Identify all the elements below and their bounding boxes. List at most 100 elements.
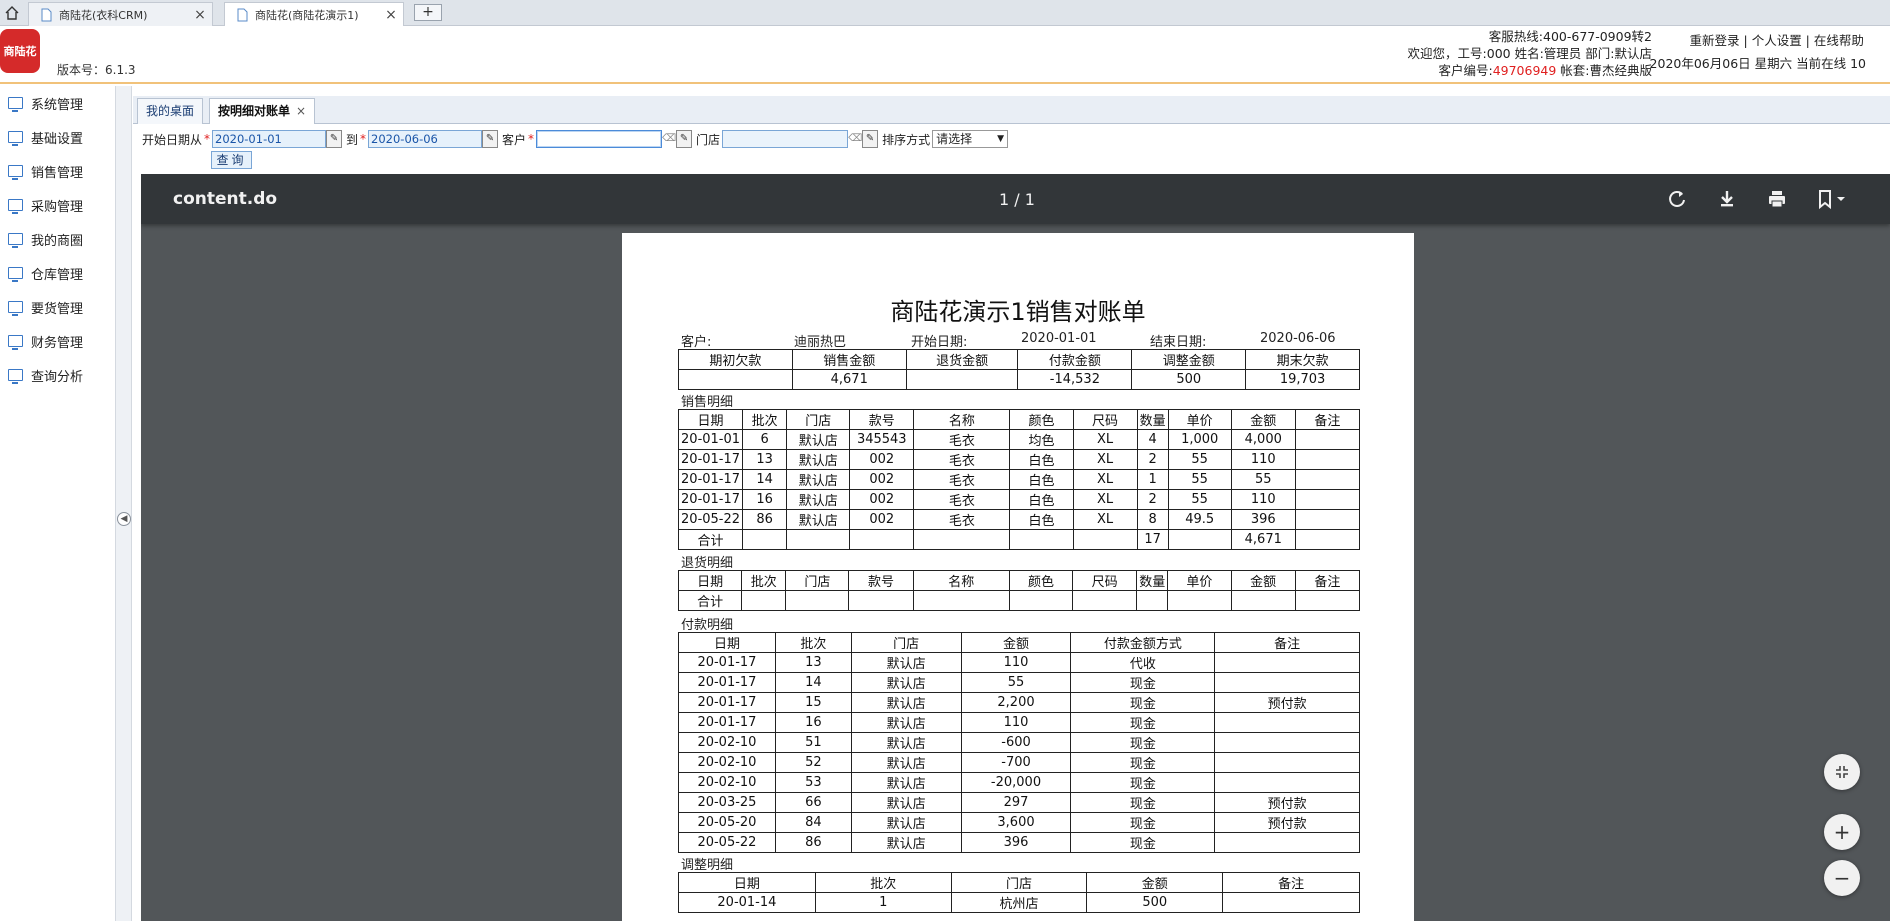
print-icon[interactable] — [1766, 188, 1788, 210]
calendar-picker-icon[interactable]: ✎ — [326, 130, 343, 148]
customer-input[interactable] — [536, 130, 663, 148]
table-row: 4,671 -14,532 500 19,703 — [678, 369, 1360, 390]
table-cell — [1008, 590, 1074, 611]
table-cell: 默认店 — [786, 509, 851, 530]
table-header: 门店 — [785, 570, 850, 591]
collapse-sidebar-icon[interactable]: ◀ — [117, 512, 131, 526]
table-cell: 现金 — [1070, 772, 1216, 793]
table-header: 调整金额 — [1131, 349, 1247, 370]
table-header: 金额 — [1230, 409, 1296, 430]
sidebar-item-warehouse[interactable]: 仓库管理 — [0, 256, 115, 290]
monitor-icon — [8, 267, 23, 282]
rotate-icon[interactable] — [1666, 188, 1688, 210]
bookmark-icon[interactable] — [1816, 188, 1850, 210]
table-cell — [1294, 509, 1361, 530]
table-header: 期末欠款 — [1245, 349, 1360, 370]
table-header: 单价 — [1167, 409, 1232, 430]
table-cell: 现金 — [1070, 832, 1216, 853]
store-input[interactable] — [722, 130, 849, 148]
table-cell: 现金 — [1070, 732, 1216, 753]
table-cell: 现金 — [1070, 672, 1216, 693]
sidebar-item-finance[interactable]: 财务管理 — [0, 324, 115, 358]
table-header: 日期 — [677, 570, 743, 591]
browser-tab-crm[interactable]: 商陆花(衣科CRM) × — [28, 2, 213, 26]
table-cell — [1136, 590, 1169, 611]
tab-desktop[interactable]: 我的桌面 — [137, 98, 204, 124]
user-info: 客服热线:400-677-0909转2 欢迎您，工号:000 姓名:管理员 部门… — [1408, 28, 1652, 79]
table-row: 20-05-22 86 默认店 396 现金 — [678, 832, 1360, 853]
zoom-out-icon[interactable]: − — [1824, 860, 1860, 896]
browser-tab-demo[interactable]: 商陆花(商陆花演示1) × — [224, 2, 404, 26]
sidebar-item-query[interactable]: 查询分析 — [0, 358, 115, 392]
table-cell: 345543 — [849, 429, 915, 450]
table-total-row: 合计 17 4,671 — [677, 529, 1361, 550]
pdf-viewer: content.do 1 / 1 商陆花演示1销售对账单 客户: 迪丽热巴 开始… — [141, 174, 1890, 921]
close-icon[interactable]: × — [383, 7, 399, 23]
close-icon[interactable]: × — [296, 104, 306, 118]
customer-picker-icon[interactable]: ✎ — [676, 130, 693, 148]
sidebar-item-system[interactable]: 系统管理 — [0, 86, 115, 120]
sort-select[interactable]: 请选择 ▼ — [932, 130, 1009, 148]
table-header: 颜色 — [1009, 409, 1074, 430]
table-header: 门店 — [786, 409, 851, 430]
store-picker-icon[interactable]: ✎ — [862, 130, 879, 148]
clear-icon[interactable]: ⌫ — [848, 130, 862, 148]
tab-detail-statement[interactable]: 按明细对账单 × — [209, 98, 316, 124]
table-header: 名称 — [913, 409, 1011, 430]
customer-info: 客户编号:49706949 帐套:曹杰经典版 — [1438, 63, 1652, 78]
query-button[interactable]: 查询 — [211, 151, 252, 169]
table-total-row: 合计 — [677, 590, 1361, 611]
table-cell: 预付款 — [1214, 812, 1360, 833]
calendar-picker-icon[interactable]: ✎ — [482, 130, 499, 148]
table-cell: 白色 — [1009, 509, 1074, 530]
table-cell: 现金 — [1070, 792, 1216, 813]
customer-number: 49706949 — [1492, 63, 1557, 78]
pdf-page: 商陆花演示1销售对账单 客户: 迪丽热巴 开始日期: 2020-01-01 结束… — [622, 233, 1414, 921]
download-icon[interactable] — [1716, 188, 1738, 210]
table-row: 20-01-17 14 默认店 55 现金 — [678, 672, 1360, 693]
sidebar-item-basic-settings[interactable]: 基础设置 — [0, 120, 115, 154]
home-button[interactable] — [0, 2, 24, 24]
table-cell — [1294, 449, 1361, 470]
clear-icon[interactable]: ⌫ — [662, 130, 676, 148]
sort-label: 排序方式 — [882, 132, 931, 147]
table-row: 20-01-17 13 默认店 110 代收 — [678, 652, 1360, 673]
table-header: 批次 — [742, 409, 788, 430]
table-cell: 20-01-17 — [677, 489, 744, 510]
table-cell: 默认店 — [850, 732, 962, 753]
table-row: 20-01-01 6 默认店 345543 毛衣 均色 XL 4 1,000 4,000 — [677, 429, 1361, 450]
sidebar-splitter[interactable] — [116, 86, 132, 921]
table-cell: 20-05-22 — [678, 832, 776, 853]
table-cell: 4,000 — [1230, 429, 1296, 450]
content-tabs: 我的桌面 按明细对账单 × — [133, 96, 1890, 124]
new-tab-button[interactable]: + — [414, 4, 442, 21]
table-header: 数量 — [1136, 570, 1169, 591]
end-date-input[interactable]: 2020-06-06 — [368, 130, 483, 148]
table-cell: 55 — [1230, 469, 1296, 490]
table-cell: 15 — [774, 692, 852, 713]
close-icon[interactable]: × — [192, 7, 208, 23]
table-cell: 20-01-17 — [677, 469, 744, 490]
table-row: 20-05-22 86 默认店 002 毛衣 白色 XL 8 49.5 396 — [677, 509, 1361, 530]
table-cell: 49.5 — [1167, 509, 1232, 530]
sidebar-item-requisition[interactable]: 要货管理 — [0, 290, 115, 324]
table-cell — [913, 529, 1011, 550]
table-cell: 白色 — [1009, 469, 1074, 490]
sidebar-item-my-circle[interactable]: 我的商圈 — [0, 222, 115, 256]
fit-page-icon[interactable] — [1824, 754, 1860, 790]
table-header-row: 日期 批次 门店 金额 备注 — [678, 872, 1360, 893]
table-header: 单价 — [1167, 570, 1232, 591]
table-cell: 3,600 — [960, 812, 1072, 833]
zoom-in-icon[interactable]: + — [1824, 814, 1860, 850]
filter-bar: 开始日期从 * 2020-01-01 ✎ 到 * 2020-06-06 ✎ 客户 * … — [142, 128, 1009, 150]
table-cell: 396 — [960, 832, 1072, 853]
table-cell: 代收 — [1070, 652, 1216, 673]
sidebar-item-purchase[interactable]: 采购管理 — [0, 188, 115, 222]
start-date-input[interactable]: 2020-01-01 — [212, 130, 327, 148]
table-row: 20-02-10 51 默认店 -600 现金 — [678, 732, 1360, 753]
table-cell: -700 — [960, 752, 1072, 773]
sidebar-item-sales[interactable]: 销售管理 — [0, 154, 115, 188]
header-links[interactable]: 重新登录 | 个人设置 | 在线帮助 — [1690, 32, 1866, 49]
table-header: 退货金额 — [905, 349, 1019, 370]
table-cell: 2 — [1136, 489, 1169, 510]
